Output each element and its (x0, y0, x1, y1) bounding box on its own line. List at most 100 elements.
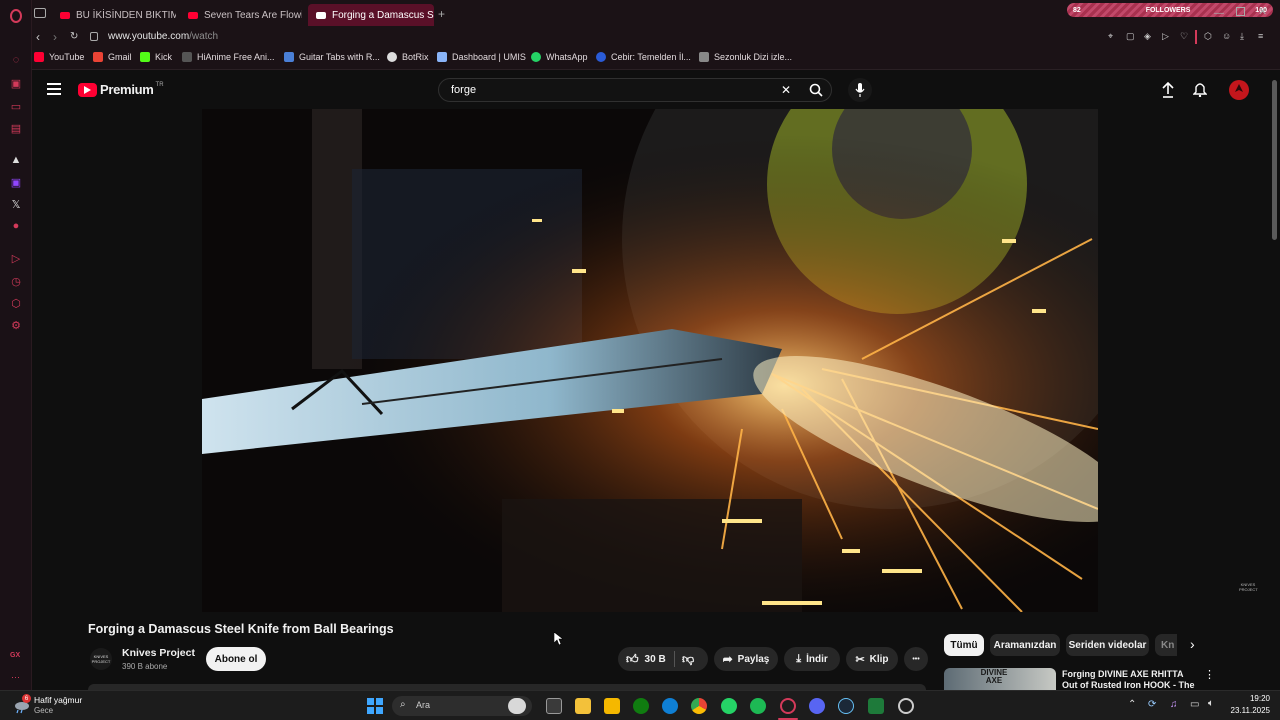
tab-menu-icon[interactable] (34, 8, 46, 18)
download-button[interactable]: ⤓ İndir (784, 647, 840, 671)
search-icon[interactable] (809, 83, 823, 102)
excel-icon[interactable] (868, 698, 884, 714)
share-button[interactable]: ➦ Paylaş (714, 647, 778, 671)
reload-icon[interactable]: ↻ (70, 31, 78, 42)
taskbar-search[interactable]: ⌕ Ara (392, 696, 532, 716)
opera-gx-icon[interactable] (780, 698, 796, 714)
youtube-premium-logo[interactable]: Premium TR (78, 82, 164, 97)
x-twitter-icon[interactable]: 𝕏 (8, 196, 24, 212)
opera-logo-icon[interactable] (8, 8, 24, 24)
heart-icon[interactable]: ♡ (1180, 31, 1188, 42)
chip-series[interactable]: Seriden videolar (1066, 634, 1149, 656)
like-icon[interactable]: 👍︎ (626, 652, 639, 667)
search-box[interactable]: forge ✕ (438, 78, 832, 102)
voice-search-icon[interactable] (848, 78, 872, 102)
recommendation-thumbnail[interactable]: DIVINE AXE (944, 668, 1056, 690)
menu-icon[interactable]: ≡ (1258, 31, 1263, 41)
chevron-right-icon[interactable]: › (1190, 636, 1195, 652)
bookmark-sezonluk-dizi[interactable]: Sezonluk Dizi izle... (699, 52, 792, 62)
scroll-thumb[interactable] (1272, 80, 1277, 240)
tray-sync-icon[interactable]: ⟳ (1148, 699, 1156, 710)
wallet-icon[interactable]: ▤ (8, 120, 24, 136)
subscribe-button[interactable]: Abone ol (206, 647, 266, 671)
store-icon[interactable] (575, 698, 591, 714)
bookmark-youtube[interactable]: YouTube (34, 52, 84, 62)
clear-search-icon[interactable]: ✕ (781, 83, 791, 97)
more-icon[interactable]: ⋯ (11, 672, 20, 683)
settings-app-icon[interactable] (898, 698, 914, 714)
clock-date[interactable]: 23.11.2025 (1222, 706, 1270, 715)
video-player[interactable] (202, 109, 1098, 612)
bookmark-guitar-tabs[interactable]: Guitar Tabs with R... (284, 52, 380, 62)
bookmark-kick[interactable]: Kick (140, 52, 172, 62)
tab-2[interactable]: Seven Tears Are Flowing (180, 4, 302, 26)
bookmark-cebir[interactable]: Cebir: Temelden İl... (596, 52, 691, 62)
download-toolbar-icon[interactable]: ⤓ (1240, 31, 1244, 42)
scrollbar[interactable] (1270, 70, 1280, 690)
clock-time[interactable]: 19:20 (1228, 694, 1270, 703)
youtube-music-icon[interactable]: ● (8, 218, 24, 234)
maximize-icon[interactable] (1236, 7, 1245, 16)
windows-start-icon[interactable] (367, 698, 383, 714)
channel-name[interactable]: Knives Project (122, 647, 195, 659)
file-explorer-icon[interactable] (604, 698, 620, 714)
tab-1[interactable]: BU İKİSİNDEN BIKTIM ULAN (52, 4, 176, 26)
chrome-icon[interactable] (691, 698, 707, 714)
clip-button[interactable]: ✂ Klip (846, 647, 898, 671)
back-icon[interactable]: ‹ (36, 30, 40, 44)
bookmark-gmail[interactable]: Gmail (93, 52, 132, 62)
url-field[interactable]: www.youtube.com /watch (108, 31, 218, 42)
bookmark-hianime[interactable]: HiAnime Free Ani... (182, 52, 275, 62)
chip-knives[interactable]: Kn (1155, 634, 1177, 656)
xbox-icon[interactable] (633, 698, 649, 714)
avatar[interactable] (1229, 80, 1249, 100)
extensions-icon[interactable]: ⬡ (8, 295, 24, 311)
weather-icon[interactable]: 6 (12, 694, 31, 714)
minimize-icon[interactable]: — (1214, 8, 1224, 19)
tray-display-icon[interactable]: ▭ (1190, 699, 1199, 710)
extensions-toolbar-icon[interactable]: ⬡ (1204, 31, 1212, 42)
whatsapp-icon[interactable] (721, 698, 737, 714)
edge-icon[interactable] (662, 698, 678, 714)
task-view-icon[interactable] (546, 698, 562, 714)
like-count[interactable]: 30 B (645, 654, 666, 665)
bookmark-dashboard-umis[interactable]: Dashboard | UMIS (437, 52, 526, 62)
spotify-icon[interactable] (750, 698, 766, 714)
discord-icon[interactable] (809, 698, 825, 714)
channel-avatar[interactable]: KNIVES PROJECT (90, 648, 112, 670)
messenger-icon[interactable]: ▭ (8, 98, 24, 114)
snapshot-icon[interactable]: ▢ (1126, 31, 1135, 42)
profile-icon[interactable]: ☺ (1222, 31, 1231, 41)
steam-icon[interactable] (838, 698, 854, 714)
tray-chevron-up-icon[interactable]: ⌃ (1128, 699, 1136, 710)
weather-title[interactable]: Hafif yağmur (34, 695, 82, 705)
more-actions-button[interactable]: ••• (904, 647, 928, 671)
chip-all[interactable]: Tümü (944, 634, 984, 656)
gx-label[interactable]: GX (10, 652, 20, 659)
player-icon[interactable]: ▷ (8, 250, 24, 266)
pin-icon[interactable]: ⌖ (1108, 31, 1113, 42)
recommendation-title[interactable]: Forging DIVINE AXE RHITTA Out of Rusted … (1062, 669, 1200, 690)
chip-from-search[interactable]: Aramanızdan (990, 634, 1060, 656)
shield-icon[interactable]: ◈ (1144, 31, 1151, 42)
aria-icon[interactable]: ▲ (8, 152, 24, 168)
history-icon[interactable]: ◷ (8, 273, 24, 289)
forward-icon[interactable]: › (53, 30, 57, 44)
ai-icon[interactable]: ◌ (8, 52, 24, 68)
tray-volume-icon[interactable]: 🔈︎ (1208, 698, 1214, 709)
settings-icon[interactable]: ⚙ (8, 317, 24, 333)
bookmark-whatsapp[interactable]: WhatsApp (531, 52, 588, 62)
upload-icon[interactable] (1162, 81, 1174, 103)
bookmark-botrix[interactable]: BotRix (387, 52, 429, 62)
play-icon[interactable]: ▷ (1162, 31, 1169, 42)
close-window-icon[interactable]: ✕ (1258, 5, 1267, 18)
tray-mic-icon[interactable]: ♫ (1170, 699, 1178, 710)
twitch-icon[interactable]: ▣ (8, 174, 24, 190)
dislike-icon[interactable]: 👎︎ (682, 652, 694, 667)
new-tab-button[interactable]: + (438, 7, 445, 21)
tab-3-active[interactable]: Forging a Damascus S (308, 4, 434, 26)
recommendation-menu-icon[interactable]: ⋮ (1204, 668, 1215, 681)
search-input[interactable]: forge (451, 84, 476, 96)
cart-icon[interactable]: ▣ (8, 75, 24, 91)
notifications-icon[interactable] (1192, 81, 1208, 102)
